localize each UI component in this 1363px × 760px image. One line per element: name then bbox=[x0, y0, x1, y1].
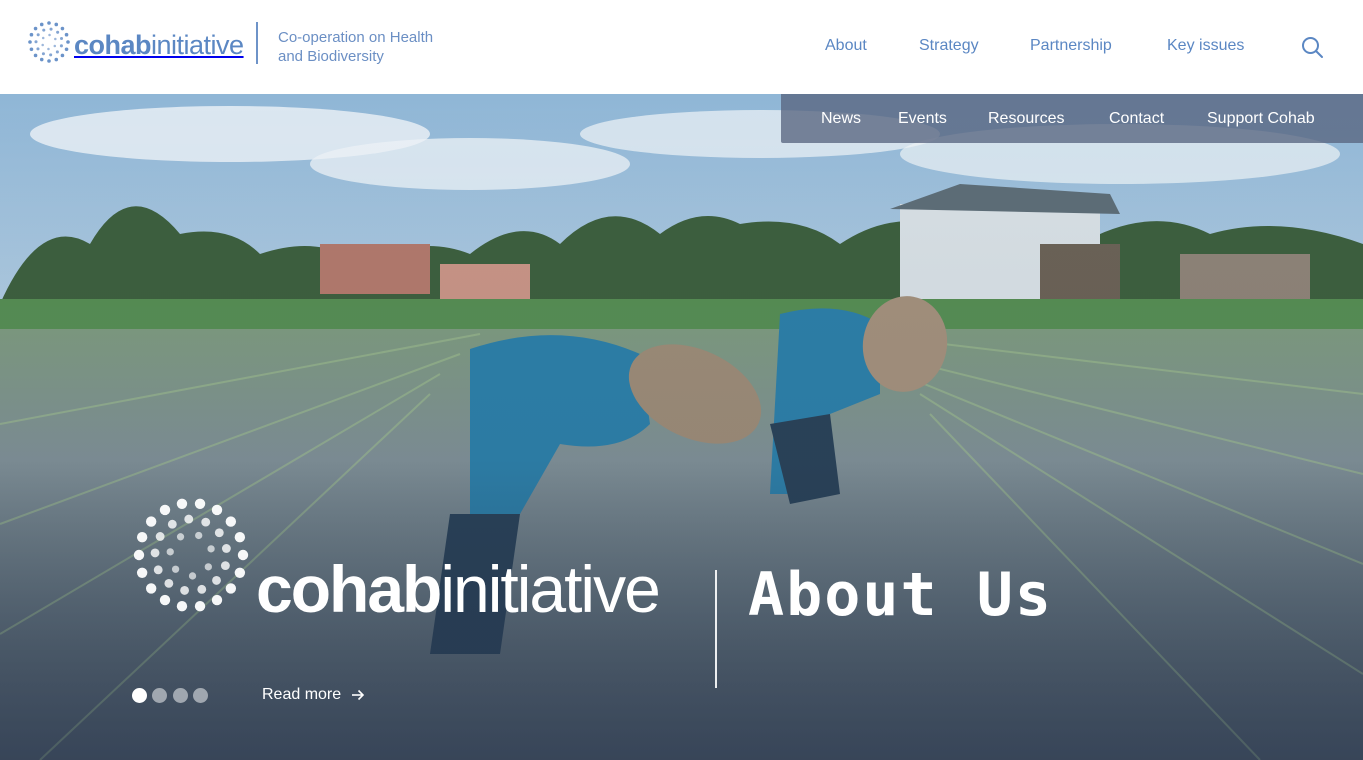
subnav-support-cohab[interactable]: Support Cohab bbox=[1207, 110, 1315, 128]
read-more-label: Read more bbox=[262, 686, 342, 703]
site-header: cohabinitiative Co-operation on Health a… bbox=[0, 0, 1363, 94]
hero-logo-wordmark: cohabinitiative bbox=[256, 552, 661, 626]
hero-background-image bbox=[0, 94, 1363, 760]
subnav-resources[interactable]: Resources bbox=[988, 110, 1064, 128]
hero-banner bbox=[0, 94, 1363, 760]
hero-divider bbox=[715, 570, 717, 688]
arrow-right-icon bbox=[352, 689, 365, 701]
carousel-dot-4[interactable] bbox=[193, 688, 208, 703]
cohab-logo-icon bbox=[28, 21, 70, 63]
site-logo[interactable]: cohabinitiative bbox=[26, 17, 244, 67]
carousel-dot-1[interactable] bbox=[132, 688, 147, 703]
tagline-line-1: Co-operation on Health bbox=[278, 29, 434, 46]
subnav-events[interactable]: Events bbox=[898, 110, 947, 128]
hero-title: About Us bbox=[748, 560, 1053, 630]
read-more-link[interactable]: Read more bbox=[262, 686, 365, 704]
logo-divider bbox=[256, 22, 258, 64]
subnav-news[interactable]: News bbox=[821, 110, 861, 128]
logo-wordmark: cohabinitiative bbox=[74, 29, 244, 60]
site-tagline: Co-operation on Health and Biodiversity bbox=[278, 28, 468, 66]
nav-partnership[interactable]: Partnership bbox=[1030, 37, 1112, 55]
nav-key-issues[interactable]: Key issues bbox=[1167, 37, 1244, 55]
tagline-line-2: and Biodiversity bbox=[278, 48, 384, 65]
secondary-navigation: News Events Resources Contact Support Co… bbox=[781, 94, 1363, 143]
search-icon[interactable] bbox=[1300, 35, 1324, 59]
nav-about[interactable]: About bbox=[825, 37, 867, 55]
carousel-dot-3[interactable] bbox=[173, 688, 188, 703]
subnav-contact[interactable]: Contact bbox=[1109, 110, 1164, 128]
carousel-dot-2[interactable] bbox=[152, 688, 167, 703]
nav-strategy[interactable]: Strategy bbox=[919, 37, 979, 55]
